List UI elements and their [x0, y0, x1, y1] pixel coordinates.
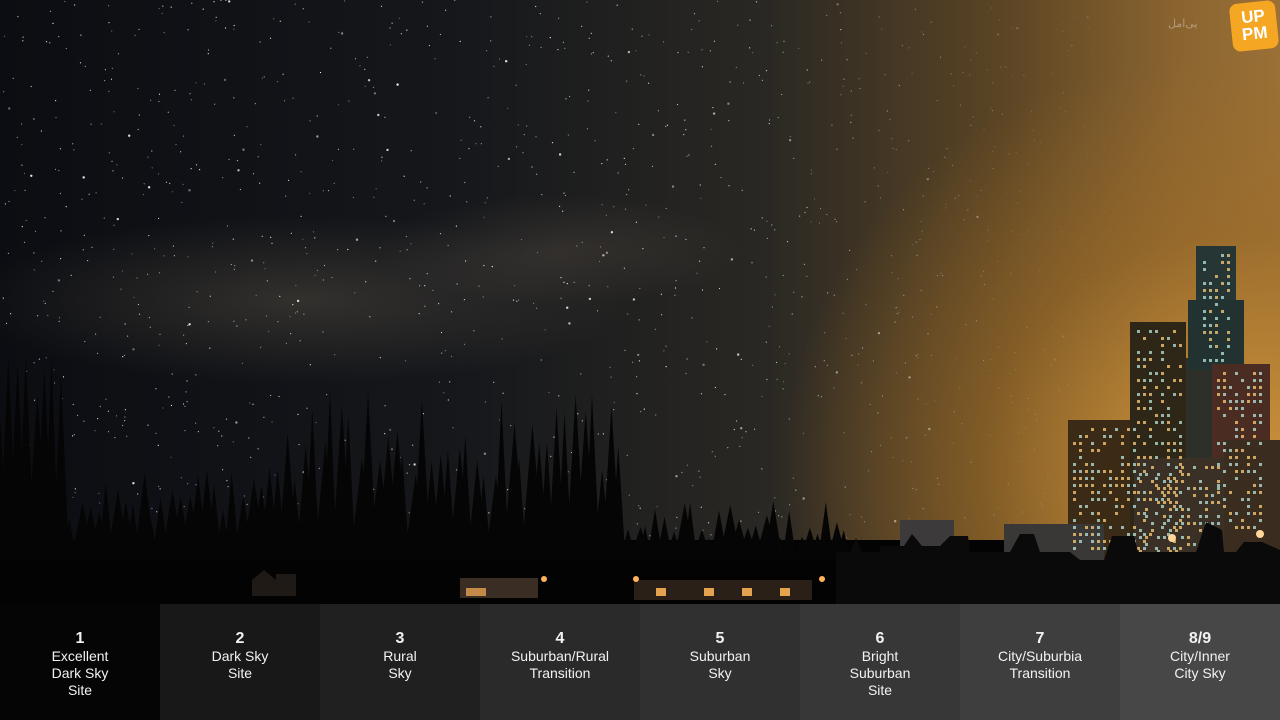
scale-cell-8: 8/9 City/Inner City Sky: [1120, 604, 1280, 720]
scale-cell-1: 1 Excellent Dark Sky Site: [0, 604, 160, 720]
landscape-silhouette: [0, 246, 1280, 604]
light-pollution-illustration: یی‌امل UP PM 1 Excellent Dark Sky Site 2 Da…: [0, 0, 1280, 720]
scale-label: Suburban Sky: [689, 648, 751, 681]
upm-logo: UP PM: [1228, 0, 1280, 53]
scale-number: 3: [395, 630, 405, 647]
scale-label: Rural Sky: [383, 648, 417, 681]
scale-cell-3: 3 Rural Sky: [320, 604, 480, 720]
scale-label: Excellent Dark Sky Site: [51, 648, 109, 698]
scale-label: Dark Sky Site: [211, 648, 269, 681]
scale-number: 4: [555, 630, 565, 647]
scale-label: Bright Suburban Site: [849, 648, 911, 698]
bortle-scale-bar: 1 Excellent Dark Sky Site 2 Dark Sky Site 3 R…: [0, 604, 1280, 720]
scale-number: 5: [715, 630, 725, 647]
scale-label: City/Inner City Sky: [1170, 648, 1230, 681]
watermark-text: یی‌امل: [1168, 18, 1198, 30]
scale-number: 2: [235, 630, 245, 647]
scale-cell-4: 4 Suburban/Rural Transition: [480, 604, 640, 720]
scale-number: 1: [75, 630, 85, 647]
scale-number: 8/9: [1188, 630, 1212, 647]
scale-cell-2: 2 Dark Sky Site: [160, 604, 320, 720]
scale-label: Suburban/Rural Transition: [510, 648, 610, 681]
scale-label: City/Suburbia Transition: [997, 648, 1083, 681]
scale-cell-7: 7 City/Suburbia Transition: [960, 604, 1120, 720]
scale-cell-6: 6 Bright Suburban Site: [800, 604, 960, 720]
scale-number: 6: [875, 630, 885, 647]
scale-cell-5: 5 Suburban Sky: [640, 604, 800, 720]
city-skyline: [836, 246, 1280, 604]
scale-number: 7: [1035, 630, 1045, 647]
